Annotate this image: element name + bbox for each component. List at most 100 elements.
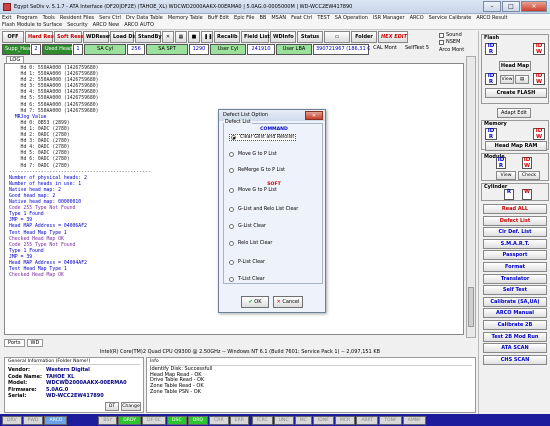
defect-option[interactable]: Move G to P List	[229, 188, 277, 193]
rom-read-icon[interactable]: ID R	[485, 43, 497, 55]
view-button[interactable]: View	[500, 75, 514, 84]
menu-item[interactable]: BB	[259, 15, 266, 22]
defect-option[interactable]: P-List Clear	[229, 260, 265, 265]
cancel-icon[interactable]: ✕	[162, 31, 174, 43]
module-write-icon[interactable]: ID W	[522, 157, 532, 169]
panel-button[interactable]: Clr Def. List	[483, 227, 547, 238]
stop-icon[interactable]: ■	[188, 31, 200, 43]
recalib-button[interactable]: Recalib	[214, 31, 240, 43]
create-flash-button[interactable]: Create FLASH	[485, 88, 547, 98]
menu-item[interactable]: Memory Table	[168, 15, 203, 22]
radio-button[interactable]	[231, 135, 236, 140]
status-button[interactable]: Status	[297, 31, 323, 43]
wd-reset-button[interactable]: WDReset	[83, 31, 112, 43]
device-icon[interactable]: ▤	[515, 75, 529, 84]
head-map-button[interactable]: Head Map	[499, 61, 531, 71]
menu-item[interactable]: Program	[16, 15, 37, 22]
tab-wd[interactable]: WD	[26, 339, 44, 347]
menu-item[interactable]: Flash Module to Surface	[2, 22, 62, 29]
soft-reset-button[interactable]: Soft Reset	[54, 31, 86, 43]
cancel-button[interactable]: ✕ Cancel	[273, 296, 303, 308]
flash-write-icon[interactable]: ID W	[533, 73, 545, 85]
memory-write-icon[interactable]: ID W	[533, 128, 545, 140]
maximize-button[interactable]: □	[502, 1, 520, 12]
log-scrollbar[interactable]	[466, 56, 476, 338]
module-view-button[interactable]: View	[496, 171, 516, 180]
defect-option[interactable]: G-List Clear	[229, 224, 266, 229]
wdinfo-button[interactable]: WDInfo	[270, 31, 296, 43]
menu-item[interactable]: Feat Ctrl	[291, 15, 312, 22]
cylinder-write-icon[interactable]: W	[522, 189, 532, 200]
panel-button[interactable]: Format	[483, 262, 547, 272]
defect-option[interactable]: G-List and Relo List Clear	[229, 207, 298, 212]
menu-item[interactable]: ARCO	[410, 15, 424, 22]
flash-read-icon[interactable]: ID R	[485, 73, 497, 85]
menu-item[interactable]: MSAN	[271, 15, 286, 22]
scrollbar-thumb[interactable]	[468, 287, 474, 327]
panel-button[interactable]: ARCO Manual	[483, 308, 547, 319]
sound-checkbox[interactable]	[439, 32, 444, 38]
radio-button[interactable]	[229, 224, 234, 229]
defect-option[interactable]: Clear Glist and Relolist	[229, 134, 297, 141]
radio-button[interactable]	[229, 207, 234, 212]
radio-button[interactable]	[229, 277, 234, 282]
module-read-icon[interactable]: ID R	[496, 157, 506, 169]
panel-button[interactable]: Calibrate (SA,UA)	[483, 296, 547, 307]
dt-button[interactable]: DT	[105, 402, 119, 411]
defect-option[interactable]: ReMerge G to P List	[229, 168, 285, 173]
panel-button[interactable]: Read ALL	[483, 204, 547, 214]
panel-button[interactable]: ATA SCAN	[483, 343, 547, 354]
menu-item[interactable]: Resident Files	[60, 15, 94, 22]
nsem-option[interactable]: NSEM	[439, 39, 460, 45]
dialog-close-button[interactable]: ✕	[305, 111, 323, 120]
rom-write-icon[interactable]: ID W	[533, 43, 545, 55]
change-button[interactable]: Change	[121, 402, 141, 411]
radio-button[interactable]	[229, 168, 234, 173]
menu-item[interactable]: Security	[67, 22, 88, 29]
close-button[interactable]: ✕	[521, 1, 547, 12]
module-check-button[interactable]: Check	[518, 171, 540, 180]
panel-button[interactable]: Test 2B Mod Run	[483, 331, 547, 342]
panel-button[interactable]: Calibrate 2B	[483, 320, 547, 330]
panel-button[interactable]: Self Test	[483, 285, 547, 296]
defect-option[interactable]: Move G to P List	[229, 152, 277, 157]
memory-read-icon[interactable]: ID R	[485, 128, 497, 140]
menu-item[interactable]: Exit	[2, 15, 11, 22]
menu-item[interactable]: Service Calibrate	[429, 15, 472, 22]
defect-option[interactable]: T-List Clear	[229, 277, 265, 282]
adapt-edit-button[interactable]: Adapt Edit	[497, 108, 531, 118]
menu-item[interactable]: ARCO New	[93, 22, 120, 29]
minimize-button[interactable]: –	[483, 1, 501, 12]
radio-button[interactable]	[229, 241, 234, 246]
tab-ports[interactable]: Ports	[4, 339, 25, 347]
standby-button[interactable]: StandBy	[135, 31, 162, 43]
menu-item[interactable]: SA Operation	[335, 15, 368, 22]
menu-item[interactable]: TEST	[317, 15, 329, 22]
cylinder-read-icon[interactable]: R	[504, 189, 514, 200]
menu-item[interactable]: ARCO AUTO	[124, 22, 154, 29]
panel-button[interactable]: Defect List	[483, 215, 547, 226]
field-list-button[interactable]: Field List	[241, 31, 270, 43]
nsem-checkbox[interactable]	[439, 39, 444, 45]
panel-button[interactable]: Translator	[483, 273, 547, 284]
hard-reset-button[interactable]: Hard Reset	[25, 31, 59, 43]
menu-item[interactable]: ARCO Result	[476, 15, 507, 22]
defect-option[interactable]: Relo List Clear	[229, 241, 272, 246]
menu-item[interactable]: ISR Manager	[373, 15, 405, 22]
grid-icon[interactable]: ▦	[175, 31, 187, 43]
menu-item[interactable]: Buff Edit	[208, 15, 229, 22]
radio-button[interactable]	[229, 152, 234, 157]
ok-button[interactable]: ✔ OK	[241, 296, 269, 308]
folder-button[interactable]: Folder	[351, 31, 377, 43]
pause-icon[interactable]: ❚❚	[201, 31, 213, 43]
menu-item[interactable]: Drv Data Table	[126, 15, 163, 22]
head-map-ram-button[interactable]: Head Map RAM	[485, 141, 547, 151]
radio-button[interactable]	[229, 188, 234, 193]
hdd-icon[interactable]: ▭	[324, 31, 350, 43]
menu-item[interactable]: Tools	[43, 15, 55, 22]
panel-button[interactable]: CHS SCAN	[483, 354, 547, 365]
menu-item[interactable]: Epic File	[234, 15, 254, 22]
sound-option[interactable]: Sound	[439, 32, 462, 38]
load-dir-button[interactable]: Load Dir	[110, 31, 137, 43]
off-button[interactable]: OFF	[2, 31, 24, 43]
